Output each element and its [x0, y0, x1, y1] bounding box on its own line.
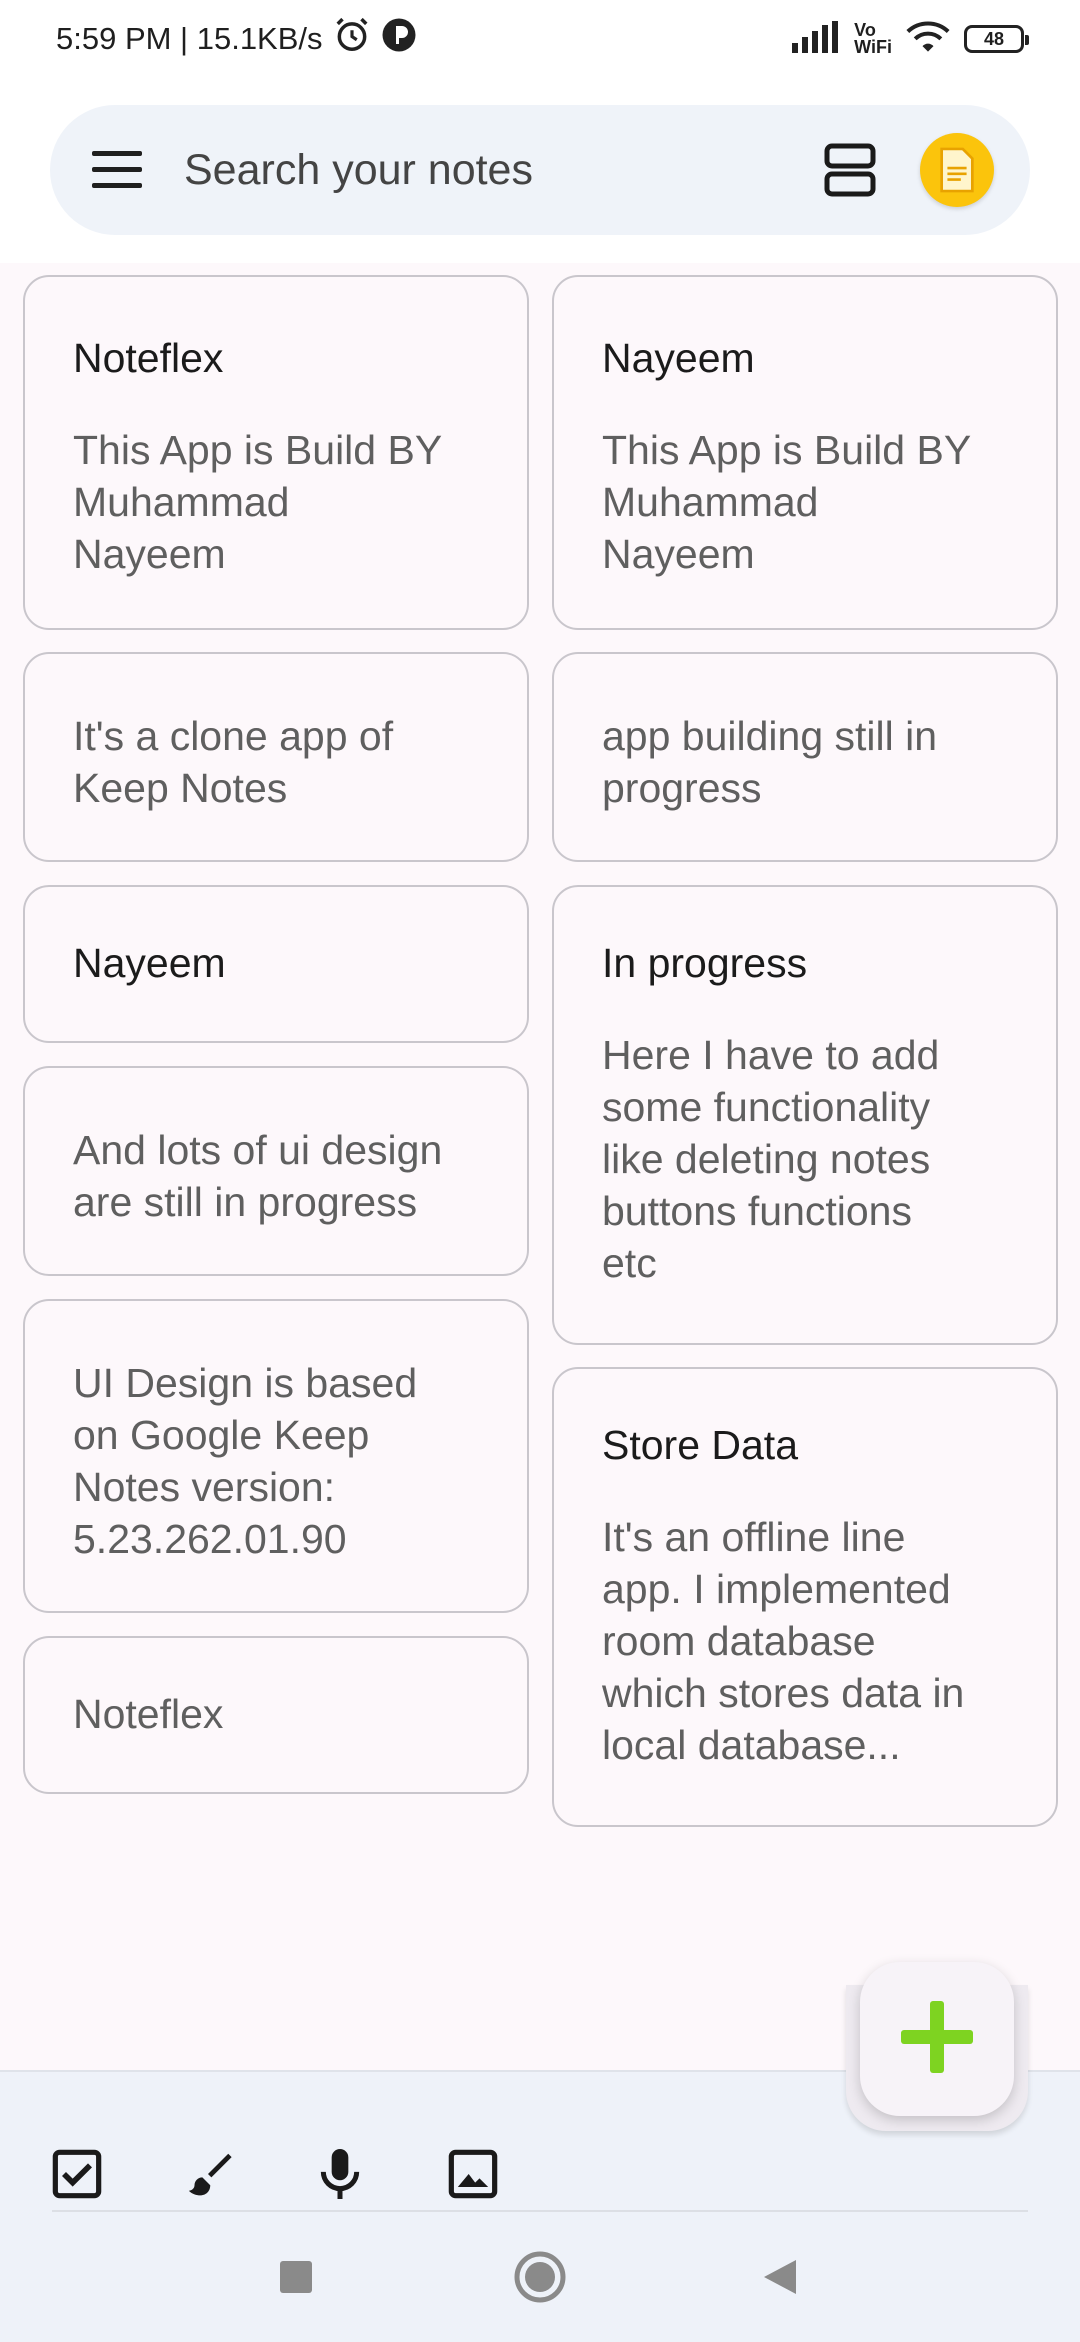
note-card-noteflex[interactable]: Noteflex This App is Build BY Muhammad N… [23, 275, 529, 630]
status-time-speed: 5:59 PM | 15.1KB/s [56, 21, 323, 56]
note-card-nayeem[interactable]: Nayeem This App is Build BY Muhammad Nay… [552, 275, 1058, 630]
note-card-store-data[interactable]: Store Data It's an offline line app. I i… [552, 1367, 1058, 1827]
alarm-icon [333, 16, 371, 62]
battery-indicator: 48 [964, 25, 1029, 53]
brush-icon[interactable] [178, 2144, 238, 2204]
recents-button[interactable] [266, 2247, 326, 2307]
note-body: UI Design is based on Google Keep Notes … [73, 1360, 418, 1562]
mic-icon[interactable] [310, 2144, 370, 2204]
note-card-in-progress[interactable]: In progress Here I have to add some func… [552, 885, 1058, 1345]
app-notification-icon [381, 17, 417, 61]
note-body: This App is Build BY Muhammad Nayeem [73, 427, 443, 577]
status-left: 5:59 PM | 15.1KB/s [56, 16, 417, 62]
vowifi-indicator: Vo WiFi [854, 21, 892, 57]
note-card-google-keep[interactable]: UI Design is based on Google Keep Notes … [23, 1299, 529, 1613]
note-body: Here I have to add some functionality li… [602, 1032, 940, 1286]
avatar[interactable] [920, 133, 994, 207]
plus-icon [897, 1997, 977, 2082]
note-title: Noteflex [73, 335, 224, 381]
vowifi-bottom: WiFi [854, 37, 892, 57]
note-card-building[interactable]: app building still in progress [552, 652, 1058, 862]
note-card-nayeem-title[interactable]: Nayeem [23, 885, 529, 1043]
menu-icon[interactable] [90, 143, 144, 197]
search-input[interactable] [182, 144, 820, 196]
note-body: And lots of ui design are still in progr… [73, 1127, 443, 1225]
note-title: Nayeem [73, 940, 226, 986]
note-body: This App is Build BY Muhammad Nayeem [602, 427, 972, 577]
divider [52, 2210, 1028, 2212]
note-card-ui-design[interactable]: And lots of ui design are still in progr… [23, 1066, 529, 1276]
wifi-icon [906, 20, 950, 59]
note-title: In progress [602, 940, 808, 986]
checkbox-icon[interactable] [47, 2144, 107, 2204]
note-body: It's a clone app of Keep Notes [73, 713, 394, 811]
status-right: Vo WiFi 48 [790, 20, 1029, 59]
note-body: It's an offline line app. I implemented … [602, 1514, 965, 1768]
back-button[interactable] [750, 2247, 810, 2307]
add-note-button[interactable] [860, 1962, 1014, 2116]
signal-icon [790, 20, 840, 58]
top-app-area [0, 78, 1080, 263]
note-title: Store Data [602, 1422, 798, 1468]
note-body: app building still in progress [602, 713, 938, 811]
image-icon[interactable] [443, 2144, 503, 2204]
note-card-noteflex-body[interactable]: Noteflex [23, 1636, 529, 1794]
search-bar[interactable] [50, 105, 1030, 235]
note-title: Nayeem [602, 335, 755, 381]
battery-level: 48 [983, 28, 1005, 49]
note-body: Noteflex [73, 1691, 224, 1737]
home-button[interactable] [510, 2247, 570, 2307]
status-bar: 5:59 PM | 15.1KB/s Vo WiFi 48 [0, 0, 1080, 78]
list-view-toggle-icon[interactable] [820, 140, 880, 200]
note-card-clone[interactable]: It's a clone app of Keep Notes [23, 652, 529, 862]
